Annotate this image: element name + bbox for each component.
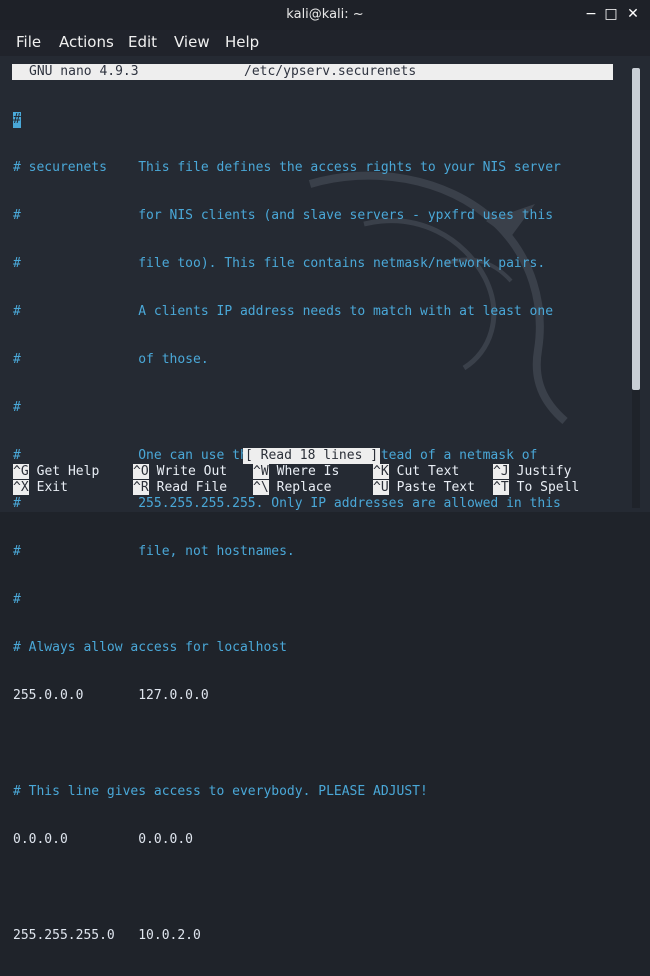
line-12: # Always allow access for localhost [13,640,287,655]
status-message: [ Read 18 lines ] [243,448,381,464]
shortcut-exit[interactable]: ^X Exit [13,480,68,496]
line-6: # of those. [13,352,209,367]
line-3: # for NIS clients (and slave servers - y… [13,208,554,223]
close-icon[interactable]: ✕ [624,5,642,23]
maximize-icon[interactable]: □ [602,5,620,23]
text-cursor: # [13,112,21,128]
menu-view[interactable]: View [174,33,210,51]
line-13: 255.0.0.0 127.0.0.0 [13,688,209,703]
line-4: # file too). This file contains netmask/… [13,256,546,271]
shortcut-justify[interactable]: ^J Justify [493,464,571,480]
nano-header-bar: GNU nano 4.9.3 /etc/ypserv.securenets [12,64,613,80]
line-17 [13,880,561,896]
shortcut-read-file[interactable]: ^R Read File [133,480,227,496]
line-15: # This line gives access to everybody. P… [13,784,428,799]
line-1: # [13,112,561,128]
menu-edit[interactable]: Edit [128,33,157,51]
menu-help[interactable]: Help [225,33,259,51]
line-11: # [13,592,21,607]
shortcut-replace[interactable]: ^\ Replace [253,480,331,496]
line-9: # 255.255.255.255. Only IP addresses are… [13,496,561,511]
file-content[interactable]: # # securenets This file defines the acc… [13,80,561,976]
scrollbar-thumb[interactable] [632,68,640,390]
menu-file[interactable]: File [16,33,41,51]
nano-version: GNU nano 4.9.3 [29,64,139,79]
window-title: kali@kali: ~ [286,7,364,22]
shortcut-cut-text[interactable]: ^K Cut Text [373,464,459,480]
shortcut-where-is[interactable]: ^W Where Is [253,464,339,480]
line-18: 255.255.255.0 10.0.2.0 [13,928,201,943]
title-bar[interactable]: kali@kali: ~ − □ ✕ [0,0,650,30]
menu-actions[interactable]: Actions [59,33,114,51]
terminal-window: kali@kali: ~ − □ ✕ File Actions Edit Vie… [0,0,650,943]
shortcut-get-help[interactable]: ^G Get Help [13,464,99,480]
line-7: # [13,400,21,415]
shortcut-paste-text[interactable]: ^U Paste Text [373,480,475,496]
menu-bar: File Actions Edit View Help [0,30,650,56]
shortcut-write-out[interactable]: ^O Write Out [133,464,227,480]
minimize-icon[interactable]: − [582,5,600,23]
shortcut-to-spell[interactable]: ^T To Spell [493,480,579,496]
line-16: 0.0.0.0 0.0.0.0 [13,832,194,847]
line-5: # A clients IP address needs to match wi… [13,304,554,319]
open-file-name: /etc/ypserv.securenets [244,64,417,79]
line-10: # file, not hostnames. [13,544,295,559]
line-14 [13,736,561,752]
line-2: # securenets This file defines the acces… [13,160,561,175]
shortcut-bar: ^G Get Help ^O Write Out ^W Where Is ^K Cut … [13,464,579,672]
